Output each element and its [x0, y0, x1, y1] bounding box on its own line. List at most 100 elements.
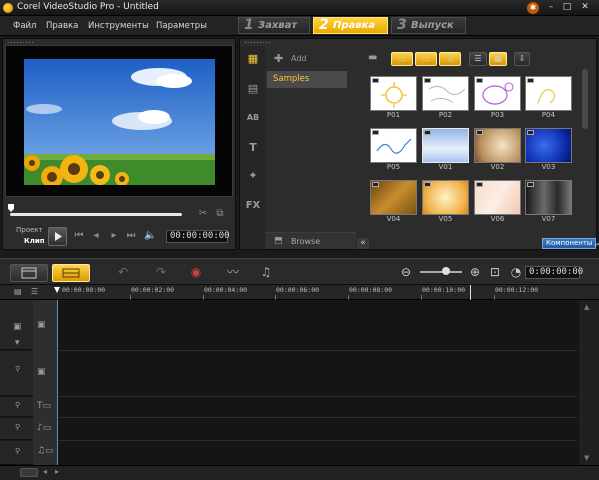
timeline-ruler[interactable]: ▤ ☰ 00:00:00:00 00:00:02:00 00:00:04:00 …: [0, 285, 599, 300]
ruler-label: 00:00:10:00: [422, 286, 466, 294]
show-photos-button[interactable]: ▭: [415, 52, 437, 66]
go-to-start-icon[interactable]: ⏮: [73, 230, 85, 242]
copy-frame-icon[interactable]: ⧉: [214, 208, 226, 220]
thumb-v05[interactable]: [422, 180, 469, 215]
thumb-label: V05: [438, 215, 453, 223]
show-videos-button[interactable]: ▭: [391, 52, 413, 66]
thumb-v07[interactable]: [525, 180, 572, 215]
title-track-icon: T▭: [37, 401, 52, 411]
play-button[interactable]: [48, 227, 67, 246]
lock-icon[interactable]: ⚲: [15, 401, 20, 409]
thumb-p04[interactable]: [525, 76, 572, 111]
tab-edit[interactable]: 2 Правка: [313, 17, 388, 34]
chapter-cue-icon[interactable]: ☰: [31, 287, 38, 296]
timeline-view-button[interactable]: [52, 264, 90, 282]
thumb-label: P03: [490, 111, 505, 119]
thumb-p01[interactable]: [370, 76, 417, 111]
thumb-p05[interactable]: [370, 128, 417, 163]
project-duration-icon[interactable]: ◔: [508, 265, 524, 279]
browse-icon[interactable]: ⬒: [274, 236, 283, 246]
previous-frame-icon[interactable]: ◂: [90, 230, 102, 242]
clip-mode-label[interactable]: Клип: [24, 237, 45, 245]
volume-icon[interactable]: 🔈: [144, 230, 156, 242]
thumb-label: V03: [541, 163, 556, 171]
fit-project-icon[interactable]: ⊡: [487, 265, 503, 279]
transition-icon[interactable]: AB: [243, 110, 263, 126]
collapse-library-icon[interactable]: «: [357, 238, 369, 249]
playhead-line[interactable]: [57, 300, 58, 465]
track-manager-icon[interactable]: ▤: [14, 287, 22, 296]
maximize-button[interactable]: □: [561, 2, 573, 13]
next-frame-icon[interactable]: ▸: [108, 230, 120, 242]
undo-icon[interactable]: ↶: [115, 265, 131, 279]
expand-icon: ︽: [595, 239, 599, 247]
media-category-icon[interactable]: ▦: [243, 51, 263, 67]
thumb-v04[interactable]: [370, 180, 417, 215]
thumb-label: P04: [541, 111, 556, 119]
auto-music-icon[interactable]: ♫: [258, 265, 274, 279]
timeline-timecode[interactable]: 0:00:00:00: [525, 266, 583, 279]
playhead-handle[interactable]: [54, 287, 60, 293]
minimize-button[interactable]: –: [545, 2, 557, 13]
lock-icon[interactable]: ⚲: [15, 365, 20, 373]
zoom-slider[interactable]: [420, 271, 462, 273]
track-options-icon[interactable]: ▣: [13, 322, 22, 332]
filter-icon[interactable]: FX: [243, 198, 263, 214]
open-folder-icon[interactable]: ▬: [368, 52, 377, 63]
thumb-v02[interactable]: [474, 128, 521, 163]
scroll-to-start-button[interactable]: [20, 468, 38, 477]
scrubber-bar[interactable]: [10, 213, 182, 216]
overlay-track-header: ⚲: [0, 351, 33, 396]
thumb-p03[interactable]: [474, 76, 521, 111]
browse-button[interactable]: Browse: [291, 237, 320, 246]
player-timecode[interactable]: 00:00:00:00: [166, 230, 230, 243]
chevron-down-icon[interactable]: ▾: [15, 338, 20, 348]
thumb-label: V07: [541, 215, 556, 223]
show-audio-button[interactable]: ♫: [439, 52, 461, 66]
thumbnail-view-button[interactable]: ▦: [489, 52, 507, 66]
sort-button[interactable]: ⇩: [514, 52, 530, 66]
go-to-end-icon[interactable]: ⏭: [125, 230, 137, 242]
menu-edit[interactable]: Правка: [46, 21, 78, 31]
project-mode-label[interactable]: Проект: [16, 226, 43, 234]
add-folder-button[interactable]: Add: [291, 54, 307, 63]
zoom-slider-handle[interactable]: [442, 267, 450, 275]
scroll-left-icon[interactable]: ◂: [43, 467, 47, 476]
close-button[interactable]: ✕: [579, 2, 591, 13]
folder-samples[interactable]: Samples: [267, 71, 347, 88]
tab-capture[interactable]: 1 Захват: [238, 17, 310, 34]
redo-icon[interactable]: ↷: [153, 265, 169, 279]
timeline-horizontal-scrollbar[interactable]: ◂ ▸: [0, 465, 599, 480]
preview-image: [24, 59, 215, 185]
thumb-p02[interactable]: [422, 76, 469, 111]
menu-settings[interactable]: Параметры: [156, 21, 207, 31]
thumb-v06[interactable]: [474, 180, 521, 215]
tab-share[interactable]: 3 Выпуск: [391, 17, 466, 34]
title-icon[interactable]: T: [243, 140, 263, 156]
graphic-icon[interactable]: ✦: [243, 168, 263, 184]
library-scrollbar[interactable]: [582, 69, 588, 129]
sound-mixer-icon[interactable]: 〰: [225, 265, 241, 279]
instant-project-icon[interactable]: ▤: [243, 81, 263, 97]
scroll-right-icon[interactable]: ▸: [55, 467, 59, 476]
timeline-vertical-scrollbar[interactable]: ▲ ▼: [578, 300, 599, 465]
add-folder-icon[interactable]: ✚: [274, 52, 283, 65]
thumb-v01[interactable]: [422, 128, 469, 163]
thumb-label: P05: [386, 163, 401, 171]
lock-icon[interactable]: ⚲: [15, 423, 20, 431]
record-capture-icon[interactable]: ◉: [188, 265, 204, 279]
menu-file[interactable]: Файл: [13, 21, 36, 31]
menu-tools[interactable]: Инструменты: [88, 21, 149, 31]
help-icon[interactable]: ✱: [527, 2, 539, 14]
scroll-down-icon[interactable]: ▼: [584, 454, 589, 462]
components-button[interactable]: Компоненты ︽: [542, 238, 599, 249]
scroll-up-icon[interactable]: ▲: [584, 303, 589, 311]
storyboard-view-button[interactable]: [10, 264, 48, 282]
cut-icon[interactable]: ✂: [197, 208, 209, 220]
tab-share-label: Выпуск: [411, 20, 454, 31]
thumb-v03[interactable]: [525, 128, 572, 163]
lock-icon[interactable]: ⚲: [15, 447, 20, 455]
zoom-in-icon[interactable]: ⊕: [467, 265, 483, 279]
zoom-out-icon[interactable]: ⊖: [398, 265, 414, 279]
list-view-button[interactable]: ☰: [469, 52, 487, 66]
